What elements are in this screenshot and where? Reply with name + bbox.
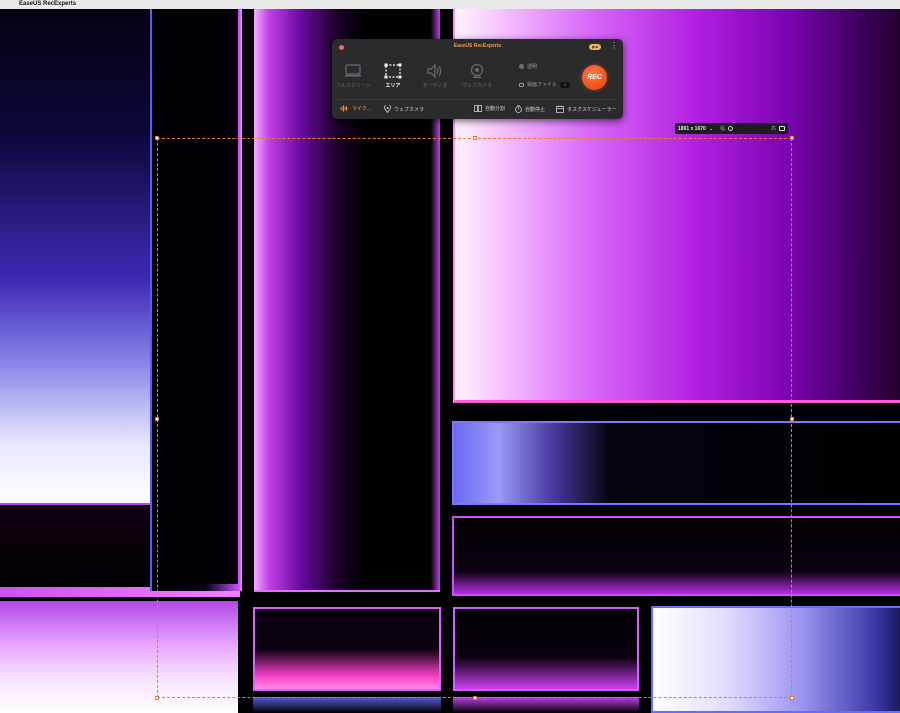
file-icon bbox=[519, 82, 524, 87]
circle-icon bbox=[519, 64, 524, 69]
selection-size-bar: 1891 x 1670 ⌄ 幅 高 bbox=[675, 123, 788, 134]
option-label: 透明 bbox=[527, 64, 538, 70]
width-lock-icon[interactable] bbox=[728, 126, 734, 131]
option-toggle[interactable]: 0 bbox=[560, 81, 571, 88]
webcam-icon bbox=[456, 61, 498, 81]
mode-webcam-button[interactable]: ウェブカメラ bbox=[456, 61, 498, 89]
toolbar-label: タスクスケジューラー bbox=[567, 106, 617, 113]
mode-label: オーディオ bbox=[422, 83, 448, 89]
menu-bar: EaseUS RecExperts bbox=[0, 0, 900, 9]
resize-handle-top-right[interactable] bbox=[790, 136, 794, 140]
selection-size-dropdown[interactable]: 1891 x 1670 bbox=[678, 126, 706, 132]
rec-button[interactable]: REC bbox=[582, 65, 607, 90]
mode-audio-button[interactable]: オーディオ bbox=[414, 61, 456, 89]
mode-label: ウェブカメラ bbox=[461, 83, 492, 89]
wallpaper-panel bbox=[0, 9, 153, 505]
toolbar-label: マイク... bbox=[352, 106, 372, 112]
wallpaper-block bbox=[253, 697, 441, 713]
toolbar-microphone[interactable]: マイク... bbox=[340, 105, 371, 112]
timer-icon bbox=[515, 105, 522, 113]
toolbar-label: ウェブカメラ bbox=[394, 106, 425, 113]
location-pin-icon bbox=[384, 105, 391, 113]
height-label: 高 bbox=[770, 126, 776, 132]
calendar-icon bbox=[556, 105, 564, 113]
speaker-icon bbox=[414, 61, 456, 81]
toolbar-auto-split[interactable]: 自動分割 bbox=[474, 105, 505, 112]
option-label: 録画ファイル bbox=[527, 82, 558, 88]
toolbar-task-scheduler[interactable]: タスクスケジューラー bbox=[556, 105, 617, 113]
recorder-panel: EaseUS RecExperts pro ⋮ フルスクリーン エリア オーディ… bbox=[332, 39, 623, 119]
resize-handle-left[interactable] bbox=[155, 417, 159, 421]
area-selection-frame[interactable] bbox=[155, 136, 794, 700]
option-watermark[interactable]: 透明 bbox=[519, 63, 537, 70]
resize-handle-bottom[interactable] bbox=[473, 696, 477, 700]
area-select-icon bbox=[372, 61, 414, 81]
microphone-icon bbox=[340, 105, 349, 112]
monitor-icon bbox=[332, 61, 374, 81]
recorder-title: EaseUS RecExperts bbox=[453, 43, 502, 49]
wallpaper-panel bbox=[0, 507, 157, 587]
chevron-down-icon[interactable]: ⌄ bbox=[709, 126, 713, 132]
pro-badge[interactable]: pro bbox=[589, 44, 601, 50]
lock-icon[interactable] bbox=[779, 126, 785, 131]
mode-fullscreen-button[interactable]: フルスクリーン bbox=[332, 61, 374, 89]
toolbar-webcam[interactable]: ウェブカメラ bbox=[384, 105, 424, 113]
mode-label: エリア bbox=[385, 83, 401, 89]
toolbar-label: 自動停止 bbox=[525, 106, 546, 113]
resize-handle-top[interactable] bbox=[473, 136, 477, 140]
wallpaper-block bbox=[453, 697, 639, 713]
resize-handle-right[interactable] bbox=[790, 417, 794, 421]
option-record-file[interactable]: 録画ファイル 0 bbox=[519, 81, 571, 88]
menu-app-name[interactable]: EaseUS RecExperts bbox=[19, 0, 76, 9]
resize-handle-bottom-left[interactable] bbox=[155, 696, 159, 700]
split-icon bbox=[474, 105, 482, 112]
divider bbox=[338, 99, 617, 100]
resize-handle-top-left[interactable] bbox=[155, 136, 159, 140]
width-label: 幅 bbox=[720, 126, 726, 132]
toolbar-label: 自動分割 bbox=[485, 106, 506, 112]
resize-handle-bottom-right[interactable] bbox=[790, 696, 794, 700]
more-menu-icon[interactable]: ⋮ bbox=[610, 42, 618, 50]
toolbar-auto-stop[interactable]: 自動停止 bbox=[515, 105, 545, 113]
mode-area-button[interactable]: エリア bbox=[372, 61, 414, 89]
mode-label: フルスクリーン bbox=[335, 83, 371, 89]
